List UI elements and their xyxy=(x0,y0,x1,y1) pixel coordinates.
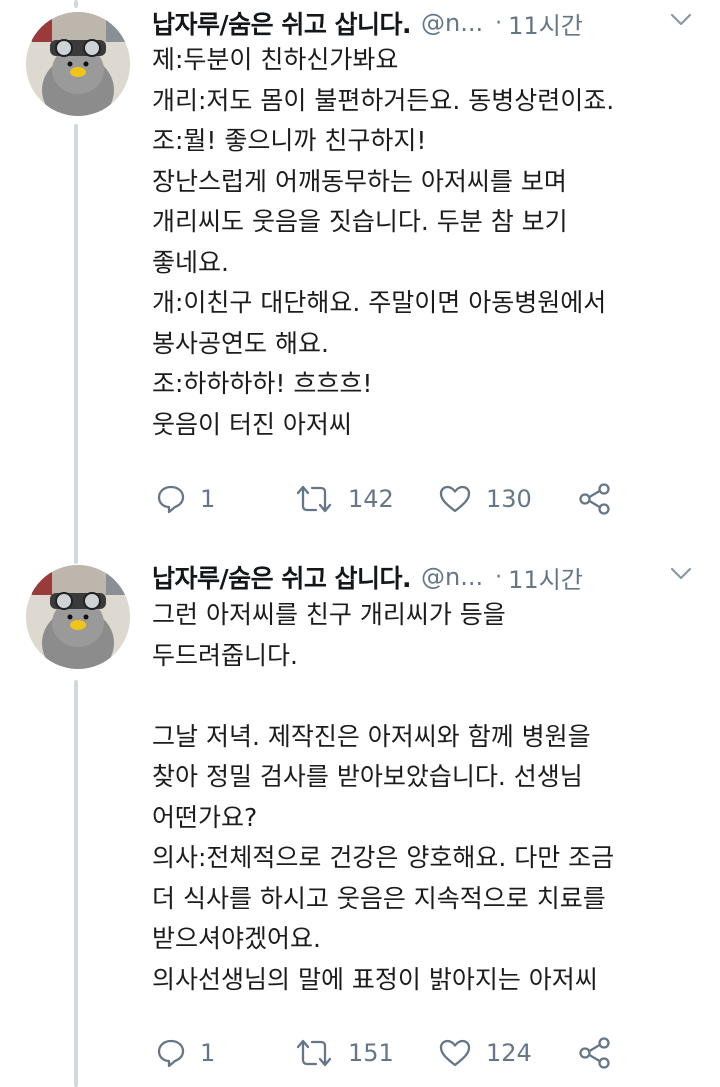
user-name[interactable]: 납자루/숨은 쉬고 삽니다. xyxy=(152,559,412,595)
tweet-line: 받으셔야겠어요. xyxy=(152,924,321,953)
reply-count: 1 xyxy=(200,485,216,513)
tweet-line: 제:두분이 친하신가봐요 xyxy=(152,45,399,74)
avatar[interactable] xyxy=(26,12,130,116)
like-count: 130 xyxy=(486,485,532,513)
user-handle[interactable]: @n... xyxy=(421,563,483,591)
tweet-text: 그런 아저씨를 친구 개리씨가 등을 두드려줍니다. 그날 저녁. 제작진은 아… xyxy=(152,595,702,1000)
tweet-line: 조:뭘! 좋으니까 친구하지! xyxy=(152,126,427,155)
reply-count: 1 xyxy=(200,1039,216,1067)
reply-button[interactable]: 1 xyxy=(156,479,215,519)
reply-button[interactable]: 1 xyxy=(156,1033,215,1073)
reply-icon xyxy=(157,485,185,514)
like-button[interactable]: 130 xyxy=(438,479,532,519)
tweet-line: 개리씨도 웃음을 짓습니다. 두분 참 보기 xyxy=(152,207,568,236)
tweet[interactable]: 납자루/숨은 쉬고 삽니다. @n... · 11시간 제:두분이 친하신가봐요… xyxy=(0,0,720,545)
retweet-count: 142 xyxy=(348,485,394,513)
retweet-icon xyxy=(296,1039,332,1067)
tweet-line: 의사선생님의 말에 표정이 밝아지는 아저씨 xyxy=(152,964,598,994)
share-icon xyxy=(579,1037,610,1069)
heart-icon xyxy=(439,485,471,513)
retweet-button[interactable]: 142 xyxy=(294,479,394,519)
tweet-line: 개리:저도 몸이 불편하거든요. 동병상련이죠. xyxy=(152,85,615,115)
tweet-line: 장난스럽게 어깨동무하는 아저씨를 보며 xyxy=(152,166,567,196)
tweet-line: 찾아 정밀 검사를 받아보았습니다. 선생님 xyxy=(152,762,583,791)
like-button[interactable]: 124 xyxy=(438,1033,532,1073)
chevron-down-icon[interactable] xyxy=(670,13,692,27)
share-icon xyxy=(579,483,610,515)
heart-icon xyxy=(439,1039,471,1067)
chevron-down-icon[interactable] xyxy=(670,567,692,581)
tweet-header: 납자루/숨은 쉬고 삽니다. @n... · 11시간 xyxy=(152,3,712,43)
separator-dot: · xyxy=(495,10,503,36)
user-name[interactable]: 납자루/숨은 쉬고 삽니다. xyxy=(152,5,412,41)
retweet-icon xyxy=(296,485,332,513)
tweet-line: 그날 저녁. 제작진은 아저씨와 함께 병원을 xyxy=(152,721,591,751)
tweet-header: 납자루/숨은 쉬고 삽니다. @n... · 11시간 xyxy=(152,557,712,597)
timestamp[interactable]: 11시간 xyxy=(508,6,583,41)
like-count: 124 xyxy=(486,1039,532,1067)
retweet-button[interactable]: 151 xyxy=(294,1033,394,1073)
share-button[interactable] xyxy=(578,479,626,519)
tweet-text: 제:두분이 친하신가봐요 개리:저도 몸이 불편하거든요. 동병상련이죠. 조:… xyxy=(152,40,702,445)
tweet-line: 두드려줍니다. xyxy=(152,640,298,670)
tweet-line: 웃음이 터진 아저씨 xyxy=(152,409,352,439)
tweet-line: 의사:전체적으로 건강은 양호해요. 다만 조금 xyxy=(152,843,615,872)
separator-dot: · xyxy=(495,564,503,590)
retweet-count: 151 xyxy=(348,1039,394,1067)
timestamp[interactable]: 11시간 xyxy=(508,560,583,595)
tweet-line: 조:하하하하! 흐흐흐! xyxy=(152,369,373,398)
tweet-line: 좋네요. xyxy=(152,247,229,277)
tweet-line: 개:이친구 대단해요. 주말이면 아동병원에서 xyxy=(152,288,607,317)
tweet-line: 어떤가요? xyxy=(152,802,258,832)
share-button[interactable] xyxy=(578,1033,626,1073)
tweet-line: 더 식사를 하시고 웃음은 지속적으로 치료를 xyxy=(152,883,606,913)
reply-icon xyxy=(157,1039,185,1068)
tweet-actions: 1 142 130 xyxy=(152,479,712,519)
tweet-line: 봉사공연도 해요. xyxy=(152,328,329,358)
user-handle[interactable]: @n... xyxy=(421,9,483,37)
tweet[interactable]: 납자루/숨은 쉬고 삽니다. @n... · 11시간 그런 아저씨를 친구 개… xyxy=(0,555,720,1087)
tweet-actions: 1 151 124 xyxy=(152,1033,712,1073)
avatar[interactable] xyxy=(26,565,130,669)
tweet-line: 그런 아저씨를 친구 개리씨가 등을 xyxy=(152,600,506,629)
